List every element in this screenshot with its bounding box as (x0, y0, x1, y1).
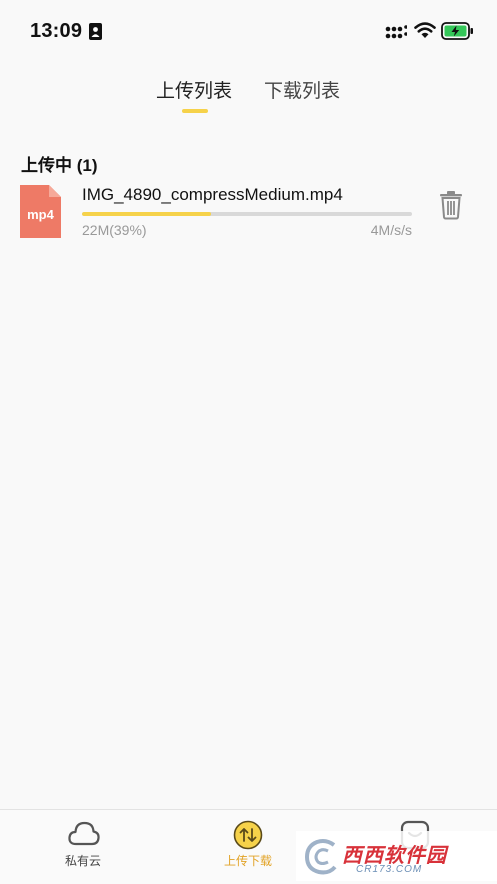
cloud-icon (68, 821, 100, 846)
file-type-label: mp4 (27, 207, 55, 222)
upload-progress-fill (82, 212, 211, 216)
status-bar: 13:09 (0, 0, 497, 60)
status-time: 13:09 (30, 20, 83, 42)
list-tabs: 上传列表 下载列表 (0, 70, 497, 120)
site-watermark: 西西软件园 CR173.COM (296, 831, 497, 881)
active-tab-indicator (182, 109, 208, 113)
nav-label-private-cloud: 私有云 (64, 854, 101, 868)
nav-upload-download[interactable]: 上传下载 (193, 810, 303, 884)
tab-download-list[interactable]: 下载列表 (264, 76, 340, 103)
upload-list-item[interactable]: mp4 IMG_4890_compressMedium.mp4 22M(39%)… (0, 180, 497, 250)
upload-progress-bar (82, 212, 412, 216)
mp4-file-icon: mp4 (20, 185, 61, 238)
uploading-section-title: 上传中 (1) (21, 156, 98, 175)
signal-icon (385, 25, 407, 39)
watermark-logo-icon (304, 839, 337, 875)
id-card-icon (89, 23, 102, 40)
battery-charging-icon (441, 22, 473, 40)
upload-file-name: IMG_4890_compressMedium.mp4 (82, 185, 343, 204)
upload-size-text: 22M(39%) (82, 222, 147, 238)
upload-speed-text: 4M/s/s (370, 222, 412, 238)
nav-private-cloud[interactable]: 私有云 (28, 810, 138, 884)
transfer-icon (233, 820, 263, 850)
tab-upload-list[interactable]: 上传列表 (156, 76, 232, 103)
wifi-icon (414, 22, 436, 38)
nav-label-upload-download: 上传下载 (223, 854, 272, 868)
watermark-subtext: CR173.COM (356, 864, 423, 875)
trash-icon[interactable] (438, 190, 464, 220)
